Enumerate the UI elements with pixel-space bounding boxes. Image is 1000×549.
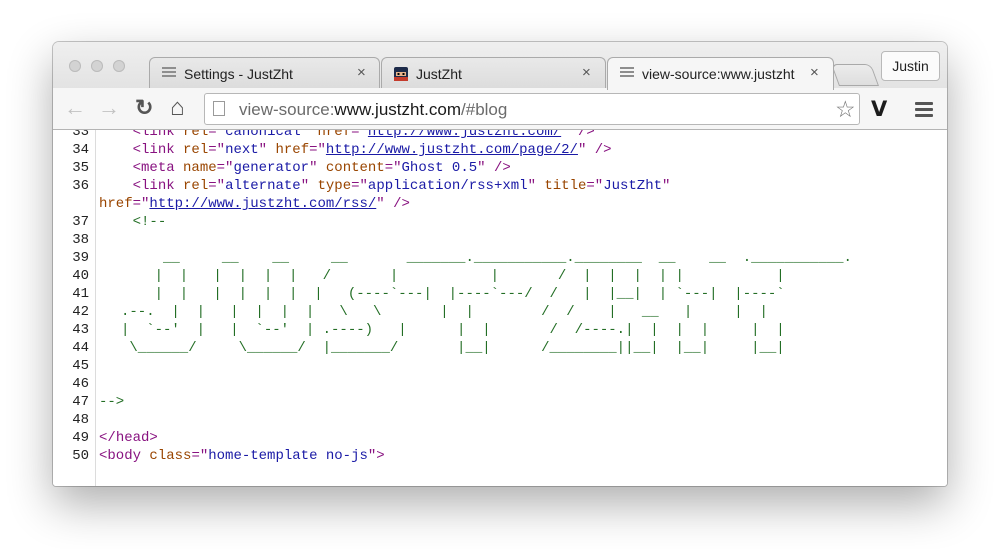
source-line: --> bbox=[99, 394, 125, 410]
source-link[interactable]: http://www.justzht.com/rss/ bbox=[149, 196, 376, 212]
line-number: 49 bbox=[72, 430, 89, 446]
title-bar: Settings - JustZht × JustZht × view-sour… bbox=[53, 42, 947, 90]
back-arrow-icon[interactable]: ← bbox=[64, 96, 86, 120]
source-line: <link rel="alternate" type="application/… bbox=[132, 178, 671, 194]
forward-arrow-icon[interactable]: → bbox=[98, 96, 120, 120]
line-number-gutter: 33 34 35 36 37 38 39 40 41 42 43 44 45 4… bbox=[53, 130, 89, 486]
bookmark-star-icon[interactable]: ☆ bbox=[835, 96, 856, 123]
close-tab-icon[interactable]: × bbox=[357, 64, 366, 81]
source-line: <meta name="generator" content="Ghost 0.… bbox=[132, 160, 511, 176]
source-line: <link rel="canonical" href="http://www.j… bbox=[99, 130, 595, 141]
document-icon bbox=[620, 67, 634, 81]
page-icon bbox=[213, 101, 225, 116]
ascii-art-line: \______/ \______/ |_______/ |__| /______… bbox=[121, 340, 785, 356]
line-number: 41 bbox=[72, 286, 89, 302]
source-line: <link rel="next" href="http://www.justzh… bbox=[132, 142, 612, 158]
close-tab-icon[interactable]: × bbox=[582, 64, 591, 81]
line-number: 43 bbox=[72, 322, 89, 338]
line-number: 48 bbox=[72, 412, 89, 428]
line-number: 38 bbox=[72, 232, 89, 248]
reload-icon[interactable]: ↻ bbox=[135, 96, 153, 120]
line-number: 33 bbox=[72, 130, 89, 140]
tab-title: Settings - JustZht bbox=[184, 66, 293, 82]
toolbar: ← → ↻ ⌂ view-source:www.justzht.com/#blo… bbox=[53, 88, 947, 130]
extension-v-icon[interactable]: V bbox=[871, 97, 887, 121]
zoom-window-button[interactable] bbox=[113, 60, 125, 72]
ascii-art-line: __ __ __ __ _______.___________.________… bbox=[121, 250, 852, 266]
address-bar[interactable]: view-source:www.justzht.com/#blog ☆ bbox=[204, 93, 860, 125]
close-tab-icon[interactable]: × bbox=[810, 64, 819, 81]
url-text[interactable]: view-source:www.justzht.com/#blog bbox=[239, 100, 507, 120]
line-number: 47 bbox=[72, 394, 89, 410]
source-view: 33 34 35 36 37 38 39 40 41 42 43 44 45 4… bbox=[53, 130, 947, 486]
line-number: 50 bbox=[72, 448, 89, 464]
tab-view-source[interactable]: view-source:www.justzht × bbox=[607, 57, 834, 90]
ascii-art-line: .--. | | | | | | \ \ | | / / | __ | | | bbox=[121, 304, 768, 320]
ascii-art-line: | `--' | | `--' | .----) | | | / /----.|… bbox=[121, 322, 785, 338]
profile-button[interactable]: Justin bbox=[881, 51, 940, 81]
line-number: 42 bbox=[72, 304, 89, 320]
minimize-window-button[interactable] bbox=[91, 60, 103, 72]
tab-title: view-source:www.justzht bbox=[642, 66, 795, 82]
gutter-divider bbox=[95, 130, 96, 486]
browser-window: Settings - JustZht × JustZht × view-sour… bbox=[53, 42, 947, 486]
close-window-button[interactable] bbox=[69, 60, 81, 72]
line-number: 37 bbox=[72, 214, 89, 230]
source-line: <body class="home-template no-js"> bbox=[99, 448, 385, 464]
source-line: </head> bbox=[99, 430, 158, 446]
line-number: 40 bbox=[72, 268, 89, 284]
line-number: 45 bbox=[72, 358, 89, 374]
line-number: 39 bbox=[72, 250, 89, 266]
source-link[interactable]: http://www.justzht.com/page/2/ bbox=[326, 142, 578, 158]
document-icon bbox=[162, 67, 176, 81]
tab-settings[interactable]: Settings - JustZht × bbox=[149, 57, 380, 89]
source-line-wrap: href="http://www.justzht.com/rss/" /> bbox=[99, 196, 410, 212]
tab-title: JustZht bbox=[416, 66, 462, 82]
menu-icon[interactable] bbox=[915, 102, 933, 120]
line-number: 34 bbox=[72, 142, 89, 158]
ascii-art-line: | | | | | | | (----`---| |----`---/ / | … bbox=[121, 286, 785, 302]
source-link[interactable]: http://www.justzht.com/ bbox=[368, 130, 561, 140]
ninja-avatar-icon bbox=[394, 67, 408, 81]
line-number: 44 bbox=[72, 340, 89, 356]
new-tab-button[interactable] bbox=[830, 64, 880, 86]
ascii-art-line: | | | | | | / | | / | | | | | | bbox=[121, 268, 785, 284]
source-line: <!-- bbox=[132, 214, 167, 230]
line-number: 36 bbox=[72, 178, 89, 194]
line-number: 35 bbox=[72, 160, 89, 176]
home-icon[interactable]: ⌂ bbox=[170, 96, 185, 120]
line-number: 46 bbox=[72, 376, 89, 392]
tab-justzht[interactable]: JustZht × bbox=[381, 57, 606, 89]
